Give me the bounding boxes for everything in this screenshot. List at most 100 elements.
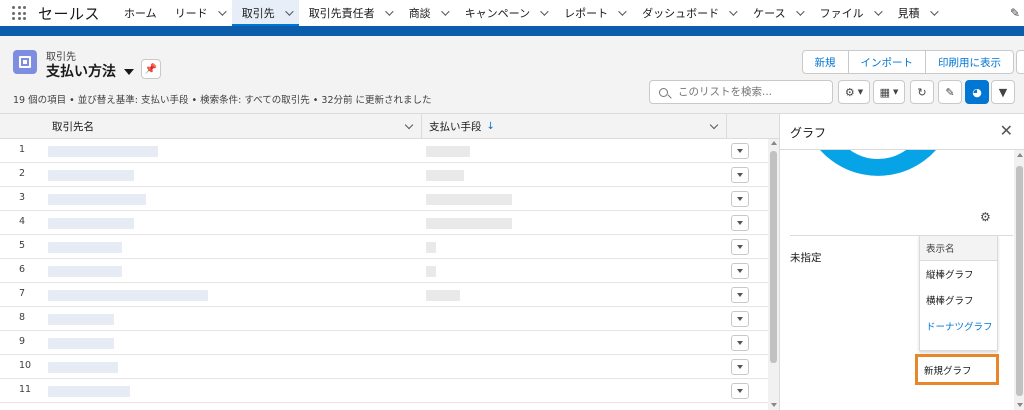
filter-button[interactable]: ▼	[991, 80, 1015, 104]
list-view-selector[interactable]: 支払い方法	[46, 61, 134, 81]
nav-item[interactable]: レポート	[554, 0, 632, 26]
redacted-account-name[interactable]	[48, 386, 130, 397]
chart-panel-title: グラフ	[790, 126, 827, 140]
search-input[interactable]	[678, 86, 828, 98]
nav-item-label: 取引先	[241, 7, 275, 20]
chart-panel-scrollbar[interactable]	[1014, 150, 1024, 410]
new-chart-menu-item[interactable]: 新規グラフ	[915, 354, 999, 385]
nav-item[interactable]: ダッシュボード	[632, 0, 743, 26]
close-icon[interactable]: ✕	[1000, 121, 1013, 140]
nav-item[interactable]: 見積	[888, 0, 944, 26]
scroll-up-icon[interactable]	[771, 141, 777, 145]
nav-item[interactable]: 取引先	[231, 0, 299, 26]
row-actions-button[interactable]	[731, 311, 749, 327]
table-row[interactable]: 11	[0, 379, 768, 403]
new-button[interactable]: 新規	[801, 50, 849, 74]
column-header-payment-method[interactable]: 支払い手段 ↓	[429, 114, 495, 139]
display-as-button[interactable]: ▦ ▼	[873, 80, 905, 104]
table-row[interactable]: 7	[0, 283, 768, 307]
printable-view-button[interactable]: 印刷用に表示	[925, 50, 1014, 74]
nav-item[interactable]: ホーム	[114, 0, 165, 26]
redacted-account-name[interactable]	[48, 314, 114, 325]
menu-item-vertical-bar[interactable]: 縦棒グラフ	[920, 261, 997, 287]
app-launcher-icon[interactable]	[0, 0, 38, 26]
import-button[interactable]: インポート	[847, 50, 926, 74]
scrollbar-thumb[interactable]	[770, 151, 777, 363]
scrollbar-thumb[interactable]	[1016, 166, 1023, 396]
table-row[interactable]: 9	[0, 331, 768, 355]
row-actions-button[interactable]	[731, 383, 749, 399]
nav-item[interactable]: キャンペーン	[455, 0, 554, 26]
list-settings-button[interactable]: ⚙ ▼	[838, 80, 870, 104]
menu-item-donut[interactable]: ドーナツグラフ	[920, 313, 997, 339]
redacted-account-name[interactable]	[48, 218, 134, 229]
nav-item[interactable]: ファイル	[810, 0, 888, 26]
edit-list-button[interactable]: ✎	[938, 80, 962, 104]
edit-nav-icon[interactable]: ✎	[1010, 6, 1020, 20]
overflow-button[interactable]	[1016, 50, 1024, 74]
scroll-down-icon[interactable]	[1017, 403, 1023, 407]
table-row[interactable]: 2	[0, 163, 768, 187]
scroll-up-icon[interactable]	[1017, 153, 1023, 157]
table-row[interactable]: 6	[0, 259, 768, 283]
redacted-account-name[interactable]	[48, 338, 114, 349]
chevron-down-icon[interactable]	[618, 7, 627, 16]
table-row[interactable]: 4	[0, 211, 768, 235]
row-actions-button[interactable]	[731, 287, 749, 303]
row-number: 10	[19, 360, 32, 371]
row-actions-button[interactable]	[731, 263, 749, 279]
redacted-payment-method	[426, 170, 464, 181]
row-actions-button[interactable]	[731, 215, 749, 231]
redacted-account-name[interactable]	[48, 290, 208, 301]
table-row[interactable]: 3	[0, 187, 768, 211]
pin-icon[interactable]: 📌	[141, 59, 161, 79]
show-charts-button[interactable]: ◕	[965, 80, 989, 104]
chevron-down-icon[interactable]	[540, 7, 549, 16]
row-actions-button[interactable]	[731, 359, 749, 375]
scroll-down-icon[interactable]	[771, 403, 777, 407]
chevron-down-icon[interactable]	[929, 7, 939, 16]
chart-type-menu: 表示名 縦棒グラフ 横棒グラフ ドーナツグラフ	[919, 235, 998, 351]
nav-item-label: ホーム	[124, 7, 157, 20]
redacted-account-name[interactable]	[48, 194, 146, 205]
column-header-account-name[interactable]: 取引先名	[52, 114, 94, 139]
chart-settings-gear-icon[interactable]: ⚙	[980, 210, 991, 224]
redacted-account-name[interactable]	[48, 266, 122, 277]
app-name: セールス	[38, 4, 101, 23]
list-view-header: 取引先 支払い方法 📌 19 個の項目 • 並び替え基準: 支払い手段 • 検索…	[0, 36, 1024, 114]
chevron-down-icon[interactable]	[217, 7, 227, 16]
chevron-down-icon[interactable]	[873, 7, 883, 16]
table-scrollbar[interactable]	[768, 139, 779, 410]
table-row[interactable]: 8	[0, 307, 768, 331]
redacted-account-name[interactable]	[48, 362, 118, 373]
refresh-button[interactable]: ↻	[910, 80, 934, 104]
row-actions-button[interactable]	[731, 335, 749, 351]
nav-item[interactable]: 商談	[399, 0, 455, 26]
chevron-down-icon[interactable]	[709, 120, 719, 130]
list-table: 取引先名 支払い手段 ↓ 1 2 3 4 5 6 7 8 9 10 11	[0, 114, 779, 410]
row-actions-button[interactable]	[731, 167, 749, 183]
redacted-account-name[interactable]	[48, 170, 134, 181]
chevron-down-icon[interactable]	[284, 7, 294, 16]
row-number: 3	[19, 192, 26, 203]
chevron-down-icon[interactable]	[384, 7, 394, 16]
nav-item[interactable]: ケース	[743, 0, 809, 26]
chevron-down-icon[interactable]	[795, 7, 805, 16]
menu-item-horizontal-bar[interactable]: 横棒グラフ	[920, 287, 997, 313]
redacted-account-name[interactable]	[48, 146, 158, 157]
nav-item[interactable]: 取引先責任者	[299, 0, 399, 26]
list-search[interactable]	[649, 80, 833, 104]
nav-item[interactable]: リード	[165, 0, 232, 26]
chevron-down-icon[interactable]	[440, 7, 450, 16]
redacted-account-name[interactable]	[48, 242, 122, 253]
chevron-down-icon[interactable]	[404, 120, 414, 130]
row-actions-button[interactable]	[731, 191, 749, 207]
row-actions-button[interactable]	[731, 143, 749, 159]
chevron-down-icon[interactable]	[729, 7, 738, 16]
donut-segment	[820, 150, 936, 176]
table-row[interactable]: 10	[0, 355, 768, 379]
row-actions-button[interactable]	[731, 239, 749, 255]
table-row[interactable]: 1	[0, 139, 768, 163]
table-row[interactable]: 5	[0, 235, 768, 259]
row-number: 8	[19, 312, 26, 323]
